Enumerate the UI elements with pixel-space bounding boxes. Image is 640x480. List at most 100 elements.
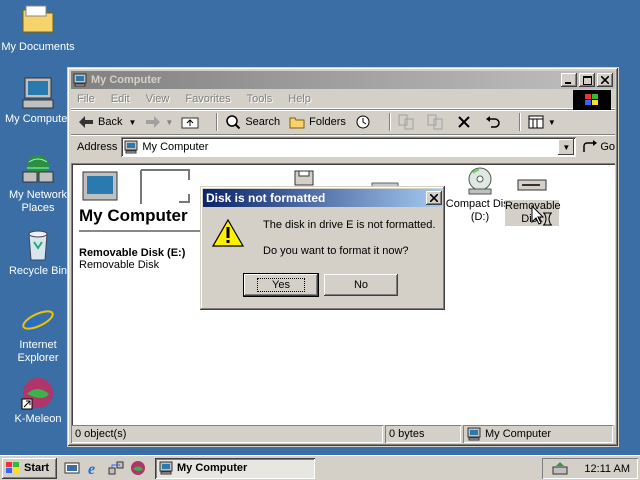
computer-icon	[21, 76, 55, 110]
dialog-question: Do you want to format it now?	[263, 245, 409, 257]
history-button[interactable]	[354, 114, 375, 130]
selected-item-type: Removable Disk	[79, 259, 160, 271]
desktop-icon-label: My Documents	[1, 41, 75, 53]
status-objects: 0 object(s)	[71, 425, 383, 443]
network-icon	[21, 152, 55, 186]
desktop-icon-label: Recycle Bin	[8, 265, 68, 277]
cd-drive-icon	[468, 167, 492, 195]
menu-favorites[interactable]: Favorites	[185, 93, 230, 105]
address-label: Address	[77, 141, 118, 153]
windows-logo-icon	[573, 90, 611, 110]
network-icon[interactable]	[107, 459, 125, 477]
menu-view[interactable]: View	[146, 93, 170, 105]
desktop-icon-internet-explorer[interactable]: e Internet Explorer	[0, 302, 76, 365]
toolbar-separator	[388, 113, 391, 131]
menu-tools[interactable]: Tools	[247, 93, 273, 105]
drive-item-removable-disk[interactable]: Removable Disk	[501, 177, 563, 226]
go-arrow-icon	[582, 140, 598, 154]
start-label: Start	[24, 462, 50, 474]
views-icon	[527, 114, 545, 130]
dialog-close-button[interactable]	[426, 191, 442, 205]
taskbar-button-label: My Computer	[177, 462, 248, 474]
delete-button[interactable]	[455, 114, 476, 130]
folders-icon	[288, 114, 306, 130]
menu-bar: File Edit View Favorites Tools Help	[71, 89, 615, 110]
go-button[interactable]: Go	[582, 140, 615, 154]
back-dropdown-icon[interactable]: ▼	[128, 118, 136, 127]
maximize-icon	[582, 75, 592, 85]
up-folder-icon	[181, 114, 199, 130]
search-icon	[224, 114, 242, 130]
back-arrow-icon	[77, 114, 95, 130]
menu-help[interactable]: Help	[288, 93, 311, 105]
maximize-button[interactable]	[579, 73, 595, 87]
dialog-titlebar[interactable]: Disk is not formatted	[203, 189, 442, 207]
menu-file[interactable]: File	[77, 93, 95, 105]
go-label: Go	[600, 141, 615, 153]
k-meleon-icon	[21, 376, 55, 410]
close-icon	[430, 194, 438, 202]
toolbar-separator	[518, 113, 521, 131]
quick-launch: e	[63, 459, 151, 477]
desktop-icon-network-places[interactable]: My Network Places	[0, 152, 76, 215]
no-button[interactable]: No	[324, 274, 398, 296]
copy-to-button[interactable]	[426, 114, 447, 130]
move-to-button[interactable]	[397, 114, 418, 130]
copy-to-icon	[426, 114, 444, 130]
desktop-icon-recycle-bin[interactable]: Recycle Bin	[0, 228, 76, 278]
standard-toolbar: Back ▼ ▼ Search Folders ▼	[71, 109, 615, 135]
yes-button[interactable]: Yes	[243, 273, 319, 297]
back-label: Back	[98, 116, 123, 128]
desktop-icon-label: Internet Explorer	[17, 339, 59, 364]
system-tray: 12:11 AM	[542, 458, 638, 479]
computer-icon	[467, 427, 481, 441]
internet-explorer-icon: e	[21, 302, 55, 340]
window-titlebar[interactable]: My Computer	[71, 71, 615, 89]
folder-icon	[21, 4, 55, 38]
back-button[interactable]: Back ▼	[77, 114, 136, 130]
floppy-drive-icon	[294, 170, 314, 186]
desktop-icon-my-documents[interactable]: My Documents	[0, 4, 76, 54]
taskbar-button-my-computer[interactable]: My Computer	[155, 457, 315, 479]
close-button[interactable]	[597, 73, 613, 87]
folders-button[interactable]: Folders	[288, 114, 346, 130]
k-meleon-icon[interactable]	[129, 459, 147, 477]
windows-logo-icon	[5, 461, 21, 475]
window-title: My Computer	[91, 74, 162, 86]
up-folder-button[interactable]	[181, 114, 202, 130]
minimize-button[interactable]	[561, 73, 577, 87]
desktop-icon-k-meleon[interactable]: K-Meleon	[0, 376, 76, 426]
address-dropdown-button[interactable]: ▼	[558, 139, 575, 155]
forward-dropdown-icon[interactable]: ▼	[165, 118, 173, 127]
show-desktop-icon[interactable]	[63, 459, 81, 477]
start-button[interactable]: Start	[2, 458, 57, 479]
yes-label: Yes	[257, 278, 305, 292]
undo-button[interactable]	[484, 114, 505, 130]
status-bar: 0 object(s) 0 bytes My Computer	[71, 425, 615, 443]
selected-item-title: Removable Disk (E:)	[79, 247, 186, 259]
address-input[interactable]: My Computer ▼	[121, 137, 577, 157]
forward-button[interactable]: ▼	[144, 114, 173, 130]
internet-explorer-icon[interactable]: e	[85, 459, 103, 477]
dialog-message: The disk in drive E is not formatted.	[263, 219, 436, 231]
views-dropdown-icon[interactable]: ▼	[548, 118, 556, 127]
computer-icon	[159, 461, 173, 475]
desktop-icon-label: My Computer	[4, 113, 72, 125]
forward-arrow-icon	[144, 114, 162, 130]
warning-icon	[211, 218, 245, 251]
desktop-icon-my-computer[interactable]: My Computer	[0, 76, 76, 126]
views-button[interactable]: ▼	[527, 114, 556, 130]
clock[interactable]: 12:11 AM	[584, 463, 630, 475]
safely-remove-hardware-icon[interactable]	[552, 461, 570, 477]
status-size: 0 bytes	[385, 425, 461, 443]
undo-icon	[484, 114, 502, 130]
address-bar: Address My Computer ▼ Go	[71, 135, 615, 159]
no-label: No	[353, 279, 369, 291]
search-button[interactable]: Search	[224, 114, 280, 130]
menu-edit[interactable]: Edit	[111, 93, 130, 105]
status-zone-label: My Computer	[485, 428, 552, 440]
folders-label: Folders	[309, 116, 346, 128]
panel-computer-graphic	[79, 166, 209, 206]
move-to-icon	[397, 114, 415, 130]
taskbar: Start e My Computer 12:11 AM	[0, 455, 640, 480]
